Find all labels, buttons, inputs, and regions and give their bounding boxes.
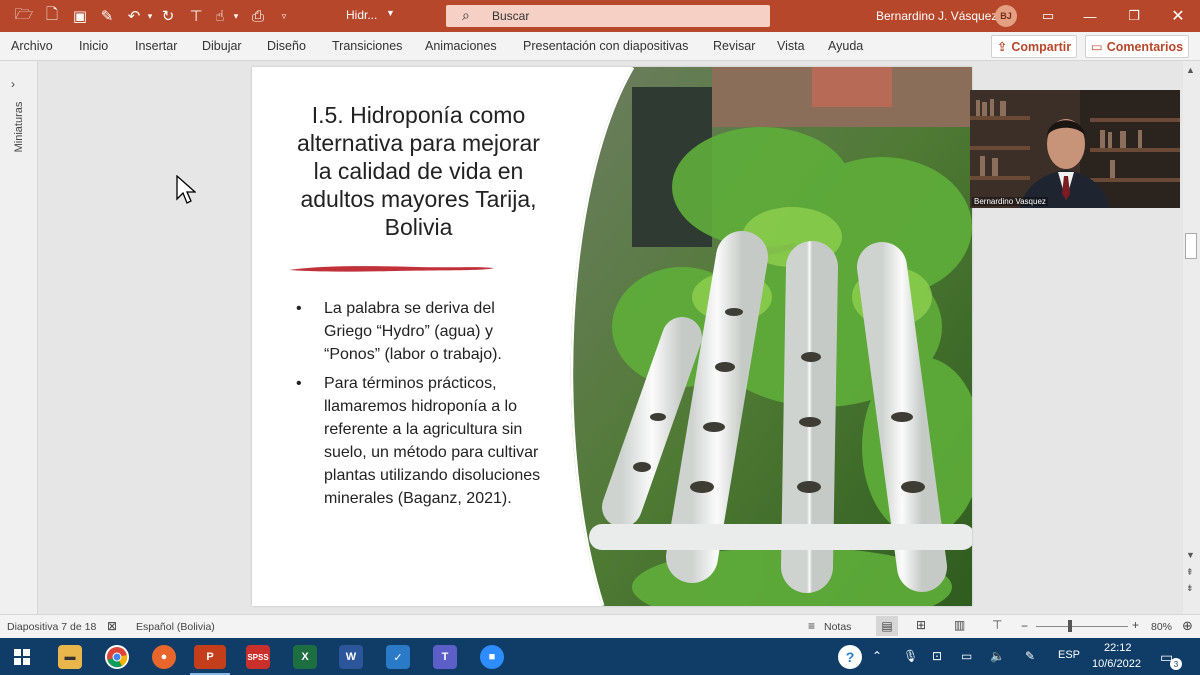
zoom-slider[interactable] — [1036, 626, 1128, 627]
tab-transiciones[interactable]: Transiciones — [332, 39, 402, 53]
normal-view-icon[interactable]: ▤ — [876, 616, 898, 636]
tab-ayuda[interactable]: Ayuda — [828, 39, 863, 53]
tab-animaciones[interactable]: Animaciones — [425, 39, 497, 53]
undo-dropdown-icon[interactable]: ▾ — [140, 6, 160, 26]
redo-icon[interactable]: ↻ — [158, 6, 178, 26]
tab-presentacion[interactable]: Presentación con diapositivas — [523, 39, 688, 53]
notes-button[interactable]: Notas — [824, 621, 851, 633]
document-name[interactable]: Hidr... — [346, 8, 377, 22]
prev-slide-icon[interactable]: ⇞ — [1186, 567, 1194, 578]
zoom-slider-thumb[interactable] — [1068, 620, 1072, 632]
battery-icon[interactable]: ▭ — [961, 649, 972, 663]
tab-revisar[interactable]: Revisar — [713, 39, 755, 53]
scroll-down-icon[interactable]: ▼ — [1186, 550, 1195, 560]
windows-start-icon[interactable] — [14, 649, 30, 665]
language-indicator[interactable]: Español (Bolivia) — [136, 621, 215, 633]
reading-view-icon[interactable]: ▥ — [954, 618, 965, 632]
scroll-up-icon[interactable]: ▲ — [1186, 65, 1195, 75]
touch-dropdown-icon[interactable]: ▾ — [226, 6, 246, 26]
restore-icon[interactable]: ❐ — [1122, 4, 1146, 28]
slideshow-icon[interactable]: ⊤ — [992, 618, 1002, 632]
file-explorer-icon[interactable]: ▬ — [58, 645, 82, 669]
word-icon[interactable]: W — [339, 645, 363, 669]
thumbnails-pane: › Miniaturas — [0, 61, 38, 614]
search-icon: ⌕ — [462, 7, 470, 23]
zoom-level[interactable]: 80% — [1151, 621, 1172, 633]
ribbon-display-icon[interactable]: ▭ — [1036, 4, 1060, 28]
share-label: Compartir — [1011, 39, 1072, 54]
powerpoint-icon[interactable]: P — [194, 645, 226, 669]
notification-badge: 3 — [1170, 658, 1182, 670]
input-language[interactable]: ESP — [1058, 649, 1080, 661]
present-icon[interactable]: ⊤ — [186, 6, 206, 26]
zoom-out-icon[interactable]: − — [1021, 619, 1028, 633]
chrome-icon[interactable] — [105, 645, 129, 669]
vertical-scrollbar[interactable]: ▲ ▼ ⇞ ⇟ — [1183, 61, 1200, 614]
bullet-item: La palabra se deriva del Griego “Hydro” … — [292, 297, 542, 366]
mouse-cursor-icon — [176, 175, 196, 204]
comments-label: Comentarios — [1106, 39, 1184, 54]
title-bar: 🗁 🗋 ▣ ✎ ↶ ▾ ↻ ⊤ ☝ ▾ ⎙ ▿ Hidr... ▼ ⌕ Busc… — [0, 0, 1200, 32]
status-bar: Diapositiva 7 de 18 ⊠ Español (Bolivia) … — [0, 614, 1200, 638]
whiteboard-icon[interactable]: ✓ — [386, 645, 410, 669]
scroll-thumb[interactable] — [1185, 233, 1197, 259]
slide-counter[interactable]: Diapositiva 7 de 18 — [7, 621, 96, 633]
chevron-down-icon[interactable]: ▼ — [386, 8, 395, 18]
share-button[interactable]: ⇪ Compartir — [991, 35, 1077, 58]
excel-icon[interactable]: X — [293, 645, 317, 669]
share-icon: ⇪ — [996, 40, 1008, 54]
volume-icon[interactable]: 🔈 — [990, 649, 1005, 663]
chevron-right-icon[interactable]: › — [11, 77, 15, 91]
slide-sorter-icon[interactable]: ⊞ — [916, 618, 926, 632]
slide-title[interactable]: I.5. Hidroponía como alternativa para me… — [286, 101, 551, 241]
bullet-list[interactable]: La palabra se deriva del Griego “Hydro” … — [292, 297, 542, 516]
comments-button[interactable]: ▭ Comentarios — [1085, 35, 1189, 58]
ribbon-tabs: Archivo Inicio Insertar Dibujar Diseño T… — [0, 32, 1200, 61]
open-folder-icon[interactable]: 🗁 — [14, 6, 34, 26]
tab-vista[interactable]: Vista — [777, 39, 805, 53]
spss-icon[interactable]: SPSS — [246, 645, 270, 669]
notes-icon[interactable]: ≡ — [808, 619, 815, 633]
microphone-icon[interactable]: 🎙 — [903, 649, 918, 663]
participant-name: Bernardino Vasquez — [972, 197, 1048, 206]
fit-to-window-icon[interactable]: ⊕ — [1182, 618, 1193, 634]
comment-icon: ▭ — [1090, 40, 1103, 54]
chevron-up-icon[interactable]: ⌃ — [872, 649, 882, 663]
taskbar: ▬ ● P SPSS X W ✓ T ■ ? ⌃ 🎙 ⊡ ▭ 🔈 ✎ ESP 2… — [0, 638, 1200, 675]
participant-video — [970, 90, 1180, 208]
tab-archivo[interactable]: Archivo — [11, 39, 53, 53]
print-preview-icon[interactable]: ⎙ — [248, 6, 268, 26]
pen-icon[interactable]: ✎ — [1025, 649, 1035, 663]
clock-date[interactable]: 10/6/2022 — [1092, 658, 1141, 670]
tab-inicio[interactable]: Inicio — [79, 39, 108, 53]
decorative-underline — [289, 266, 494, 272]
hydroponics-photo[interactable] — [562, 67, 972, 606]
clock-time[interactable]: 22:12 — [1104, 642, 1132, 654]
save-as-icon[interactable]: ✎ — [97, 6, 117, 26]
firefox-icon[interactable]: ● — [152, 645, 176, 669]
slide-canvas[interactable]: I.5. Hidroponía como alternativa para me… — [252, 67, 972, 606]
zoom-in-icon[interactable]: + — [1132, 618, 1139, 632]
thumbnails-label[interactable]: Miniaturas — [13, 100, 25, 154]
minimize-icon[interactable]: — — [1078, 4, 1102, 28]
search-input[interactable]: ⌕ Buscar — [446, 5, 770, 27]
tab-insertar[interactable]: Insertar — [135, 39, 177, 53]
bullet-item: Para términos prácticos, llamaremos hidr… — [292, 372, 542, 510]
close-icon[interactable]: ✕ — [1166, 4, 1190, 28]
zoom-app-icon[interactable]: ■ — [480, 645, 504, 669]
help-icon[interactable]: ? — [838, 645, 862, 669]
customize-toolbar-icon[interactable]: ▿ — [274, 6, 294, 26]
device-icon[interactable]: ⊡ — [932, 649, 942, 663]
teams-icon[interactable]: T — [433, 645, 457, 669]
video-feed[interactable]: Bernardino Vasquez — [970, 90, 1180, 208]
save-icon[interactable]: ▣ — [70, 6, 90, 26]
search-placeholder: Buscar — [492, 9, 530, 23]
new-file-icon[interactable]: 🗋 — [42, 6, 62, 26]
avatar[interactable]: BJ — [995, 5, 1017, 27]
tab-diseno[interactable]: Diseño — [267, 39, 306, 53]
next-slide-icon[interactable]: ⇟ — [1186, 583, 1194, 594]
tab-dibujar[interactable]: Dibujar — [202, 39, 242, 53]
spellcheck-icon[interactable]: ⊠ — [107, 619, 117, 633]
user-name[interactable]: Bernardino J. Vásquez — [876, 9, 997, 23]
